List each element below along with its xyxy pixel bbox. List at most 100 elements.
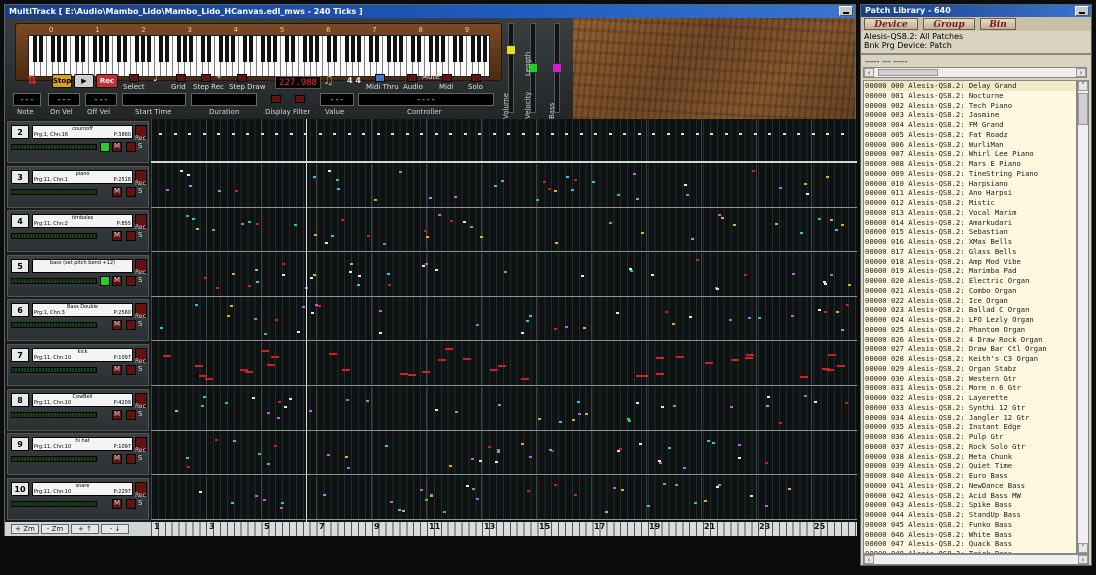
midi-note[interactable]	[636, 198, 640, 201]
midi-note[interactable]	[311, 311, 314, 314]
track-solo-toggle[interactable]	[126, 454, 136, 465]
filter-toggle[interactable]	[295, 95, 305, 103]
midi-note[interactable]	[706, 439, 710, 442]
scroll-thumb[interactable]	[878, 69, 938, 76]
patch-item[interactable]: 00000 008 Alesis-QS8.2: Mars E Piano	[864, 159, 1076, 169]
midi-note[interactable]	[550, 133, 554, 135]
midi-note[interactable]	[804, 182, 808, 185]
value-field[interactable]: ---	[320, 93, 354, 106]
midi-note[interactable]	[729, 319, 733, 322]
midi-note[interactable]	[666, 133, 670, 135]
metronome-icon[interactable]: ♫	[323, 73, 334, 87]
black-key[interactable]	[261, 36, 265, 62]
midi-note[interactable]	[271, 355, 280, 358]
midi-note[interactable]	[429, 495, 433, 498]
midi-note[interactable]	[813, 400, 817, 403]
midi-note[interactable]	[318, 304, 322, 307]
scroll-right-icon[interactable]: ›	[1078, 555, 1088, 564]
track-number[interactable]: 9	[11, 437, 29, 452]
midi-note[interactable]	[315, 303, 319, 306]
midi-note[interactable]	[744, 356, 753, 359]
midi-note[interactable]	[186, 465, 190, 468]
midi-note[interactable]	[841, 329, 845, 332]
midi-note[interactable]	[444, 348, 453, 351]
midi-note[interactable]	[766, 395, 770, 398]
midi-note[interactable]	[275, 133, 278, 135]
midi-note[interactable]	[226, 315, 230, 318]
midi-note[interactable]	[791, 314, 795, 317]
midi-note[interactable]	[296, 330, 300, 333]
midi-note[interactable]	[159, 326, 163, 329]
display-toggle[interactable]	[271, 95, 281, 103]
black-key[interactable]	[51, 36, 55, 62]
midi-note[interactable]	[379, 310, 383, 312]
midi-note[interactable]	[390, 501, 394, 504]
track-lane[interactable]	[151, 475, 857, 520]
midi-note[interactable]	[684, 183, 688, 186]
midi-note[interactable]	[254, 317, 258, 320]
patch-item[interactable]: 00000 040 Alesis-QS8.2: Euro Bass	[864, 471, 1076, 481]
midi-note[interactable]	[721, 216, 725, 219]
scroll-right-icon[interactable]: ›	[1076, 68, 1086, 77]
patch-item[interactable]: 00000 003 Alesis-QS8.2: Jasmine	[864, 110, 1076, 120]
midi-note[interactable]	[341, 368, 350, 371]
black-key[interactable]	[147, 36, 151, 62]
midi-note[interactable]	[289, 397, 293, 400]
midi-note[interactable]	[391, 133, 394, 135]
midi-note[interactable]	[424, 262, 428, 265]
midi-note[interactable]	[581, 274, 585, 277]
midi-note[interactable]	[365, 400, 369, 403]
midi-note[interactable]	[617, 193, 621, 196]
midi-note[interactable]	[289, 133, 293, 135]
midi-note[interactable]	[779, 187, 783, 190]
midi-note[interactable]	[651, 273, 655, 276]
midi-note[interactable]	[274, 318, 278, 321]
midi-note[interactable]	[738, 457, 742, 460]
black-key[interactable]	[81, 36, 85, 62]
midi-note[interactable]	[246, 133, 249, 135]
select-toggle[interactable]	[129, 74, 139, 82]
midi-note[interactable]	[367, 235, 371, 238]
midi-note[interactable]	[492, 133, 496, 135]
midi-note[interactable]	[348, 270, 352, 273]
midi-note[interactable]	[398, 170, 402, 173]
track-solo-toggle[interactable]	[126, 186, 136, 197]
stop-button[interactable]: Stop	[52, 74, 72, 88]
midi-note[interactable]	[664, 311, 668, 314]
midi-note[interactable]	[493, 185, 497, 188]
midi-note[interactable]	[570, 189, 574, 192]
track-active-indicator[interactable]	[100, 275, 110, 286]
midi-note[interactable]	[558, 421, 562, 424]
midi-note[interactable]	[686, 194, 690, 197]
midi-note[interactable]	[553, 327, 557, 330]
midi-note[interactable]	[845, 401, 849, 404]
midi-note[interactable]	[309, 277, 313, 280]
midi-note[interactable]	[278, 400, 282, 403]
midi-note[interactable]	[263, 498, 267, 501]
midi-note[interactable]	[498, 404, 502, 407]
midi-note[interactable]	[753, 133, 757, 135]
patch-list[interactable]: 00000 000 Alesis-QS8.2: Delay Grand 00000…	[863, 80, 1077, 554]
black-key[interactable]	[141, 36, 145, 62]
midi-note[interactable]	[230, 501, 234, 504]
midi-note[interactable]	[215, 286, 219, 289]
midi-note[interactable]	[388, 283, 392, 286]
midi-thru-toggle[interactable]	[375, 74, 385, 82]
midi-note[interactable]	[425, 498, 429, 501]
midi-note[interactable]	[577, 400, 581, 403]
audio-toggle[interactable]	[407, 74, 417, 82]
midi-note[interactable]	[282, 273, 286, 276]
midi-note[interactable]	[212, 228, 216, 231]
track-header[interactable]: 8 CowBell Prg:11, Chn:10 P:4209 Rec M S	[7, 388, 149, 431]
record-button[interactable]: Rec	[96, 74, 118, 88]
black-key[interactable]	[393, 36, 397, 62]
track-lane[interactable]	[151, 297, 857, 342]
patch-item[interactable]: 00000 016 Alesis-QS8.2: XMas Bells	[864, 237, 1076, 247]
midi-note[interactable]	[405, 133, 409, 135]
patch-item[interactable]: 00000 038 Alesis-QS8.2: Meta Chunk	[864, 452, 1076, 462]
midi-note[interactable]	[676, 355, 685, 358]
midi-note[interactable]	[203, 277, 207, 280]
midi-note[interactable]	[732, 224, 736, 227]
track-name-box[interactable]: CowBell Prg:11, Chn:10 P:4209	[32, 392, 133, 407]
minimize-button[interactable]	[839, 6, 853, 16]
